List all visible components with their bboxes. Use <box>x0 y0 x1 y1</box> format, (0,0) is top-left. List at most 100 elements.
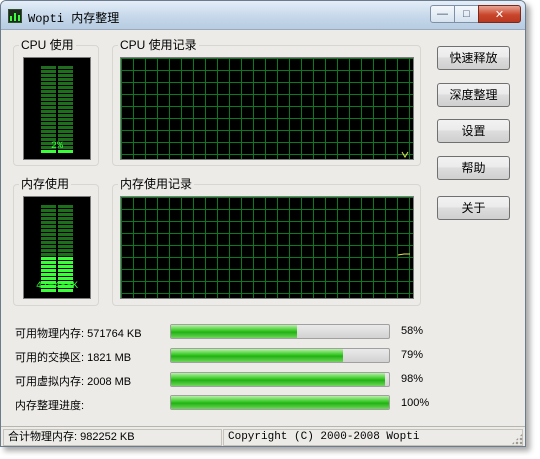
memory-meter-segment <box>41 229 56 232</box>
memory-meter-segment <box>41 233 56 236</box>
memory-meter-segment <box>41 225 56 228</box>
memory-meter-segment <box>41 277 56 280</box>
memory-usage-meter: 410488K <box>23 196 91 299</box>
quick-release-button[interactable]: 快速释放 <box>437 46 510 70</box>
cpu-meter-segment <box>58 86 73 89</box>
memory-meter-segment <box>58 273 73 276</box>
cpu-usage-value: 2% <box>50 141 63 152</box>
memory-history-trace <box>397 253 410 256</box>
status-bar: 合计物理内存: 982252 KB Copyright (C) 2000-200… <box>1 426 525 446</box>
memory-history-label: 内存使用记录 <box>118 177 195 191</box>
cpu-meter-segment <box>41 86 56 89</box>
memory-meter-segment <box>41 273 56 276</box>
cpu-meter-segment <box>41 102 56 105</box>
app-window: Wopti 内存整理 — □ ✕ CPU 使用 2% CPU 使用记录 内存使用… <box>0 0 526 447</box>
memory-meter-segment <box>58 265 73 268</box>
available-physical-memory-bar <box>170 324 390 339</box>
maximize-button[interactable]: □ <box>454 5 479 23</box>
memory-meter-segment <box>41 245 56 248</box>
defrag-progress-fill <box>171 396 389 409</box>
memory-meter-segment <box>58 257 73 260</box>
cpu-meter-segment <box>41 114 56 117</box>
cpu-history-grid <box>121 58 413 159</box>
memory-meter-segment <box>41 261 56 264</box>
cpu-meter-segment <box>58 134 73 137</box>
deep-clean-button[interactable]: 深度整理 <box>437 83 510 107</box>
memory-meter-segment <box>58 269 73 272</box>
cpu-meter-segment <box>58 78 73 81</box>
help-button[interactable]: 帮助 <box>437 156 510 180</box>
memory-meter-segment <box>58 221 73 224</box>
window-title: Wopti 内存整理 <box>28 12 120 26</box>
cpu-meter-segment <box>58 66 73 69</box>
memory-meter-segment <box>58 277 73 280</box>
memory-meter-segment <box>58 209 73 212</box>
title-bar[interactable]: Wopti 内存整理 — □ ✕ <box>1 1 525 30</box>
cpu-meter-segment <box>41 130 56 133</box>
available-virtual-memory-percent: 98% <box>401 373 424 385</box>
memory-meter-segment <box>41 237 56 240</box>
cpu-meter-segment <box>41 118 56 121</box>
cpu-meter-segment <box>58 118 73 121</box>
defrag-progress-label: 内存整理进度: <box>15 400 85 412</box>
memory-meter-segment <box>58 233 73 236</box>
available-virtual-memory-fill <box>171 373 385 386</box>
cpu-meter-segment <box>58 82 73 85</box>
cpu-meter-segment <box>41 134 56 137</box>
close-icon: ✕ <box>494 8 505 21</box>
memory-meter-segment <box>41 209 56 212</box>
cpu-usage-meter: 2% <box>23 57 91 160</box>
defrag-progress-bar <box>170 395 390 410</box>
cpu-meter-segment <box>41 94 56 97</box>
memory-meter-segment <box>41 253 56 256</box>
cpu-meter-segment <box>58 130 73 133</box>
about-button[interactable]: 关于 <box>437 196 510 220</box>
cpu-meter-segment <box>58 98 73 101</box>
cpu-meter-segment <box>58 126 73 129</box>
available-swap-label: 可用的交换区: 1821 MB <box>15 352 132 364</box>
memory-meter-segment <box>41 265 56 268</box>
status-total-memory: 合计物理内存: 982252 KB <box>3 429 222 446</box>
available-virtual-memory-bar <box>170 372 390 387</box>
cpu-meter-segment <box>41 126 56 129</box>
cpu-meter-segment <box>41 78 56 81</box>
memory-meter-segment <box>58 205 73 208</box>
app-icon[interactable] <box>8 9 22 23</box>
memory-meter-segment <box>41 213 56 216</box>
memory-meter-segment <box>41 249 56 252</box>
cpu-meter-segment <box>58 114 73 117</box>
available-virtual-memory-label: 可用虚拟内存: 2008 MB <box>15 376 132 388</box>
cpu-meter-segment <box>41 106 56 109</box>
settings-button[interactable]: 设置 <box>437 119 510 143</box>
memory-meter-segment <box>41 269 56 272</box>
memory-history-graph <box>120 196 414 299</box>
available-physical-memory-label: 可用物理内存: 571764 KB <box>15 328 142 340</box>
memory-meter-segment <box>58 217 73 220</box>
memory-meter-segment <box>58 213 73 216</box>
close-button[interactable]: ✕ <box>478 5 521 23</box>
cpu-meter-segment <box>58 102 73 105</box>
cpu-meter-segment <box>58 94 73 97</box>
available-swap-percent: 79% <box>401 349 424 361</box>
cpu-meter-segment <box>58 106 73 109</box>
memory-meter-segment <box>58 249 73 252</box>
memory-meter-segment <box>58 229 73 232</box>
memory-meter-segment <box>58 261 73 264</box>
available-physical-memory-fill <box>171 325 298 338</box>
cpu-meter-segment <box>41 90 56 93</box>
defrag-progress-percent: 100% <box>401 397 430 409</box>
memory-usage-label: 内存使用 <box>19 177 72 191</box>
cpu-meter-segment <box>58 74 73 77</box>
maximize-icon: □ <box>463 8 470 20</box>
cpu-meter-segment <box>41 70 56 73</box>
cpu-history-label: CPU 使用记录 <box>118 38 199 52</box>
memory-meter-segment <box>41 205 56 208</box>
cpu-meter-segment <box>58 90 73 93</box>
memory-meter-segment <box>58 253 73 256</box>
minimize-button[interactable]: — <box>430 5 455 23</box>
available-physical-memory-percent: 58% <box>401 325 424 337</box>
cpu-meter-segment <box>58 110 73 113</box>
available-swap-fill <box>171 349 344 362</box>
cpu-meter-segment <box>41 98 56 101</box>
cpu-usage-label: CPU 使用 <box>19 38 76 52</box>
